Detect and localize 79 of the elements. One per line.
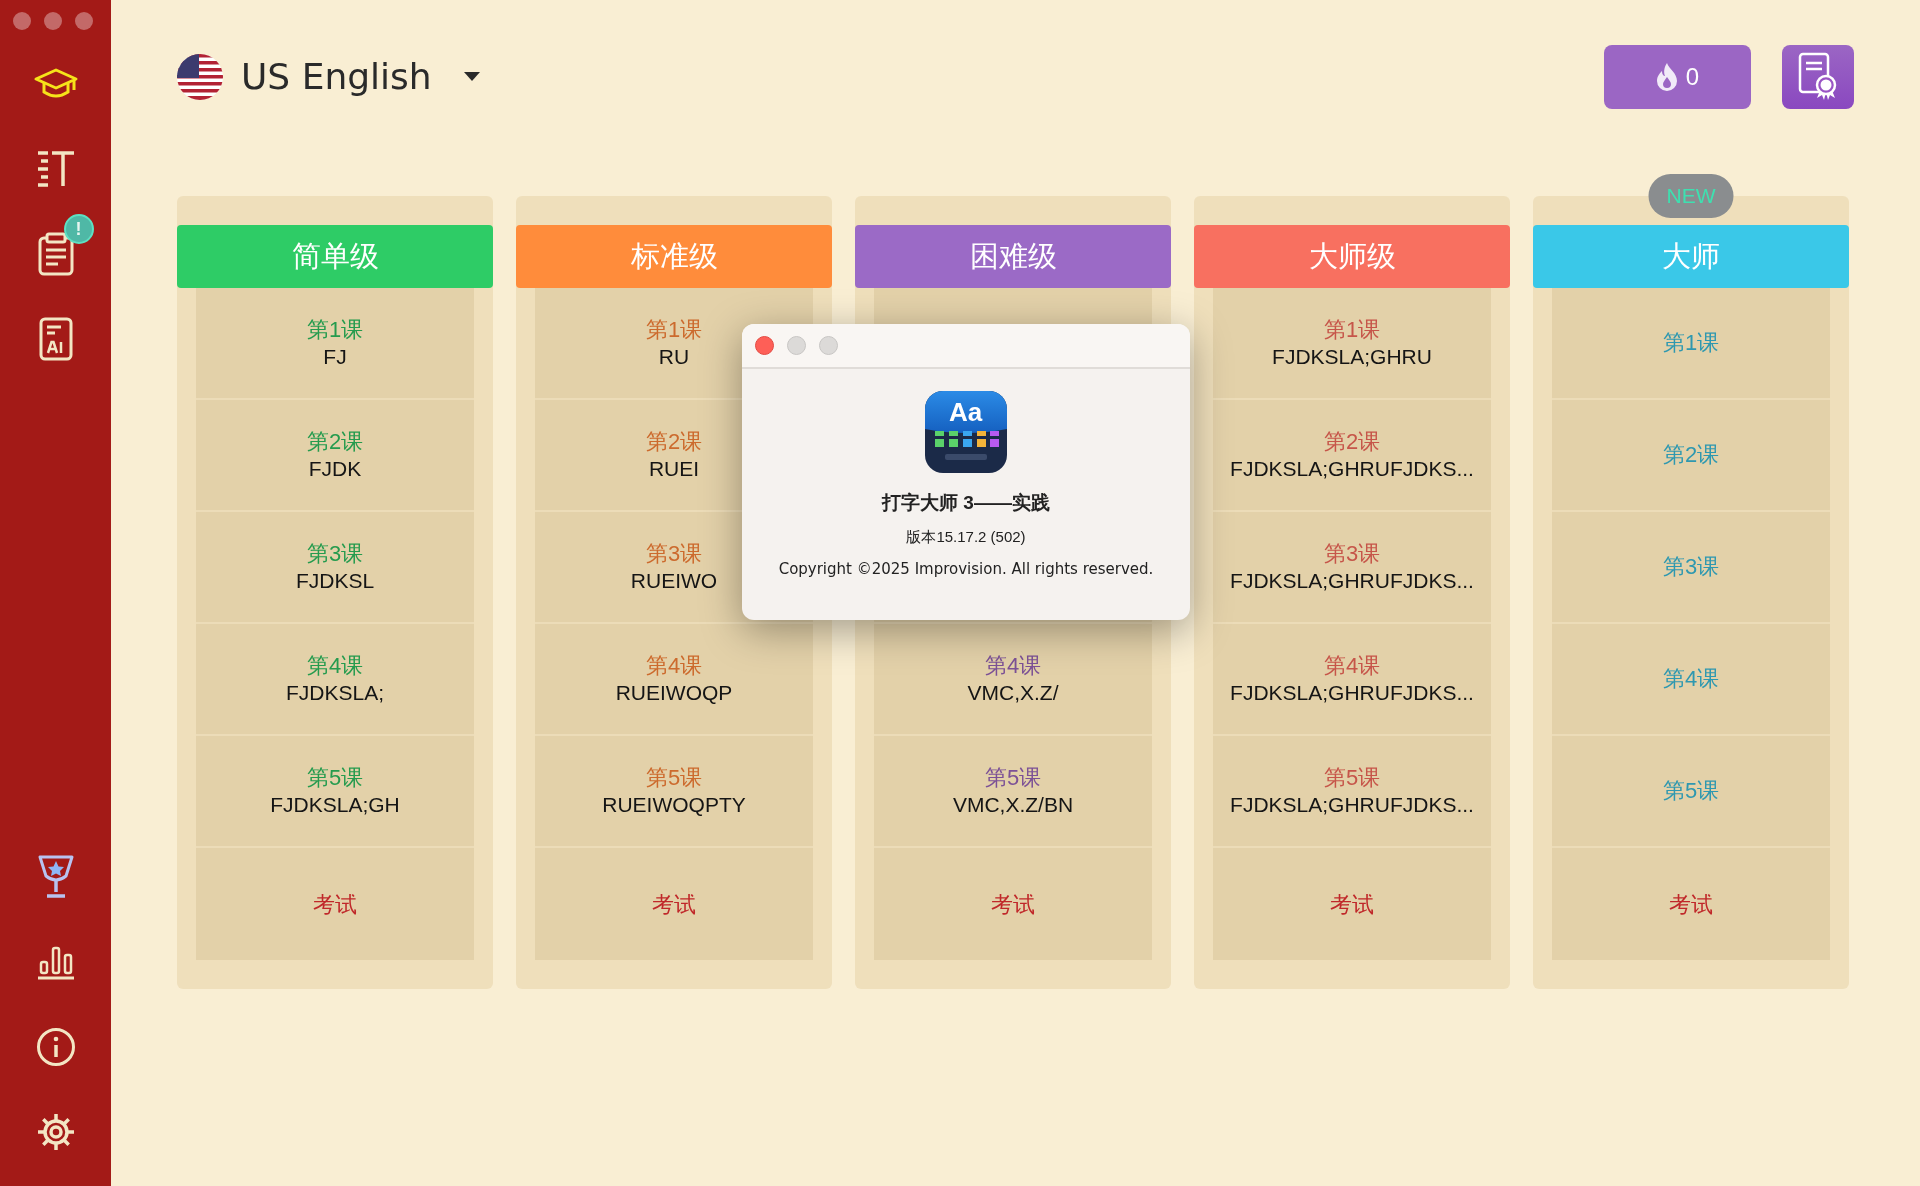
lesson-title: 第5课 xyxy=(645,764,703,792)
lesson-title: 第1课 xyxy=(645,316,703,344)
lesson-title: 第5课 xyxy=(306,764,364,792)
lesson-keys: FJDKSLA;GHRUFJDKS... xyxy=(1230,455,1474,482)
lesson-keys: VMC,X.Z/BN xyxy=(952,791,1074,818)
lesson-tile[interactable]: 第2课 FJDK xyxy=(196,400,474,512)
settings-icon xyxy=(35,1112,76,1152)
lesson-title: 第5课 xyxy=(1323,764,1381,792)
app-icon: Aa xyxy=(925,391,1007,473)
lesson-tile[interactable]: 第3课 FJDKSLA;GHRUFJDKS... xyxy=(1213,512,1491,624)
lesson-tile[interactable]: 第5课 FJDKSLA;GH xyxy=(196,736,474,848)
lesson-title: 第3课 xyxy=(1323,540,1381,568)
lesson-title: 第2课 xyxy=(306,428,364,456)
lesson-title: 第2课 xyxy=(1323,428,1381,456)
lesson-tile[interactable]: 第1课 FJ xyxy=(196,288,474,400)
lesson-keys: FJDKSL xyxy=(295,567,375,594)
lesson-title: 第3课 xyxy=(645,540,703,568)
lesson-title: 第5课 xyxy=(1662,777,1720,805)
lesson-tile[interactable]: 第5课 VMC,X.Z/BN xyxy=(874,736,1152,848)
exam-tile[interactable]: 考试 xyxy=(1552,848,1830,960)
level-header[interactable]: 困难级 xyxy=(855,225,1171,288)
app-name: 打字大师 3——实践 xyxy=(882,491,1050,515)
lesson-title: 第3课 xyxy=(1662,553,1720,581)
new-badge: NEW xyxy=(1648,174,1734,218)
exam-tile[interactable]: 考试 xyxy=(535,848,813,960)
bar-chart-icon xyxy=(36,944,75,980)
notification-badge: ! xyxy=(63,214,94,244)
exam-tile[interactable]: 考试 xyxy=(874,848,1152,960)
lesson-tile[interactable]: 第2课 FJDKSLA;GHRUFJDKS... xyxy=(1213,400,1491,512)
lesson-keys: RUEIWOQPTY xyxy=(602,791,746,818)
lesson-keys: FJDKSLA;GHRU xyxy=(1272,343,1432,370)
language-selector[interactable]: US English xyxy=(177,50,480,104)
lesson-keys: RU xyxy=(658,343,690,370)
lesson-title: 第2课 xyxy=(645,428,703,456)
lesson-title: 第4课 xyxy=(984,652,1042,680)
lesson-keys: RUEIWOQP xyxy=(615,679,733,706)
lesson-title: 第4课 xyxy=(1662,665,1720,693)
lesson-tile[interactable]: 第4课 RUEIWOQP xyxy=(535,624,813,736)
exam-tile[interactable]: 考试 xyxy=(1213,848,1491,960)
lesson-tile[interactable]: 第4课 FJDKSLA;GHRUFJDKS... xyxy=(1213,624,1491,736)
lesson-keys: FJDK xyxy=(308,455,362,482)
text-size-icon xyxy=(35,150,76,188)
lesson-title: 第3课 xyxy=(306,540,364,568)
lesson-title: 第5课 xyxy=(984,764,1042,792)
close-button[interactable] xyxy=(755,336,774,355)
us-flag-icon xyxy=(177,54,223,100)
lesson-title: 第2课 xyxy=(1662,441,1720,469)
lesson-keys: FJ xyxy=(323,343,347,370)
ai-document-icon xyxy=(38,317,73,361)
lesson-keys: FJDKSLA;GHRUFJDKS... xyxy=(1230,567,1474,594)
lesson-keys: FJDKSLA; xyxy=(286,679,384,706)
flame-icon xyxy=(1655,63,1678,91)
lesson-tile[interactable]: 第1课 FJDKSLA;GHRU xyxy=(1213,288,1491,400)
lesson-title: 第1课 xyxy=(1662,329,1720,357)
lesson-title: 第1课 xyxy=(306,316,364,344)
lesson-keys: VMC,X.Z/ xyxy=(967,679,1059,706)
lesson-keys: FJDKSLA;GHRUFJDKS... xyxy=(1230,679,1474,706)
lesson-tile[interactable]: 第3课 FJDKSL xyxy=(196,512,474,624)
lesson-keys: FJDKSLA;GHRUFJDKS... xyxy=(1230,791,1474,818)
version-text: 版本15.17.2 (502) xyxy=(906,526,1026,547)
info-icon xyxy=(35,1027,76,1067)
exam-tile[interactable]: 考试 xyxy=(196,848,474,960)
lesson-keys: FJDKSLA;GH xyxy=(270,791,400,818)
lesson-title: 第4课 xyxy=(645,652,703,680)
lesson-title: 第1课 xyxy=(1323,316,1381,344)
lesson-title: 第4课 xyxy=(306,652,364,680)
caret-icon xyxy=(463,72,480,82)
lesson-keys: RUEI xyxy=(648,455,700,482)
lesson-tile[interactable]: 第4课 FJDKSLA; xyxy=(196,624,474,736)
lesson-tile[interactable]: 第5课 FJDKSLA;GHRUFJDKS... xyxy=(1213,736,1491,848)
lesson-tile[interactable]: 第4课 VMC,X.Z/ xyxy=(874,624,1152,736)
lesson-title: 第4课 xyxy=(1323,652,1381,680)
graduation-cap-icon xyxy=(33,68,78,100)
streak-button[interactable]: 0 xyxy=(1604,45,1751,109)
lesson-tile[interactable]: 第5课 RUEIWOQPTY xyxy=(535,736,813,848)
lesson-keys: RUEIWO xyxy=(630,567,718,594)
certificate-button[interactable] xyxy=(1782,45,1854,109)
clipboard-icon xyxy=(37,232,74,276)
certificate-icon xyxy=(1797,52,1839,102)
